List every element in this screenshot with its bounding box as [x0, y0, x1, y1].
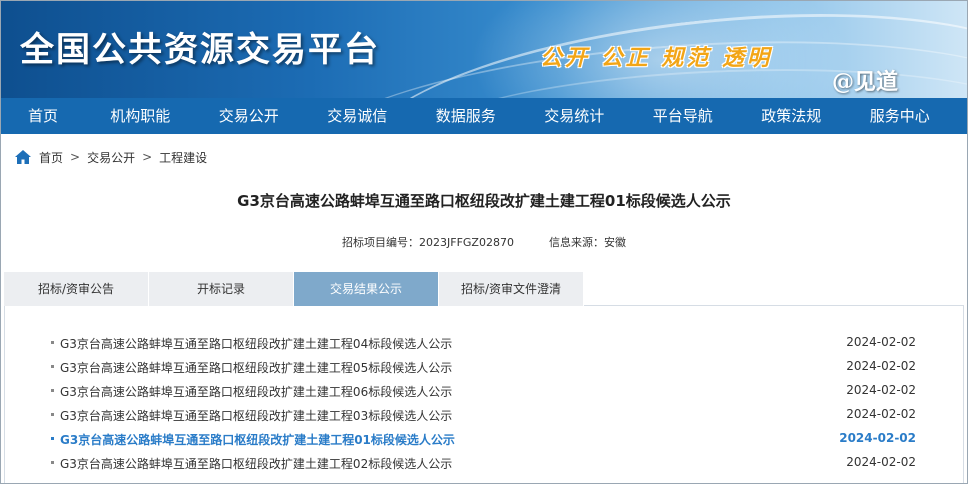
- nav-item-platform-nav[interactable]: 平台导航: [629, 98, 738, 134]
- bullet-icon: [51, 437, 54, 440]
- source-label: 信息来源：: [548, 236, 604, 249]
- list-item-title[interactable]: G3京台高速公路蚌埠互通至路口枢纽段改扩建土建工程03标段候选人公示: [60, 407, 452, 424]
- bullet-icon: [51, 389, 54, 392]
- bullet-icon: [51, 341, 54, 344]
- tab-bid-opening[interactable]: 开标记录: [149, 272, 294, 306]
- list-item-title[interactable]: G3京台高速公路蚌埠互通至路口枢纽段改扩建土建工程02标段候选人公示: [60, 455, 452, 472]
- site-slogan: 公开 公正 规范 透明: [540, 45, 772, 71]
- list-item-date: 2024-02-02: [846, 455, 916, 469]
- nav-item-service-center[interactable]: 服务中心: [846, 98, 955, 134]
- list-item[interactable]: G3京台高速公路蚌埠互通至路口枢纽段改扩建土建工程04标段候选人公示 2024-…: [51, 334, 921, 352]
- bullet-icon: [51, 365, 54, 368]
- nav-item-data-service[interactable]: 数据服务: [412, 98, 521, 134]
- list-item[interactable]: G3京台高速公路蚌埠互通至路口枢纽段改扩建土建工程05标段候选人公示 2024-…: [51, 358, 921, 376]
- nav-item-policy[interactable]: 政策法规: [737, 98, 846, 134]
- nav-item-functions[interactable]: 机构职能: [86, 98, 195, 134]
- breadcrumb-engineering[interactable]: 工程建设: [159, 149, 207, 166]
- list-item-date: 2024-02-02: [846, 383, 916, 397]
- site-banner: 全国公共资源交易平台 公开 公正 规范 透明 @见道: [0, 0, 968, 98]
- nav-item-integrity[interactable]: 交易诚信: [303, 98, 412, 134]
- page-title: G3京台高速公路蚌埠互通至路口枢纽段改扩建土建工程01标段候选人公示: [237, 192, 731, 210]
- main-nav: 首页 机构职能 交易公开 交易诚信 数据服务 交易统计 平台导航 政策法规 服务…: [0, 98, 968, 134]
- nav-item-transaction-public[interactable]: 交易公开: [195, 98, 304, 134]
- list-item-title[interactable]: G3京台高速公路蚌埠互通至路口枢纽段改扩建土建工程05标段候选人公示: [60, 359, 452, 376]
- list-item-date: 2024-02-02: [846, 359, 916, 373]
- tab-tender-notice[interactable]: 招标/资审公告: [4, 272, 149, 306]
- list-item-date: 2024-02-02: [846, 335, 916, 349]
- watermark: @见道: [832, 69, 899, 95]
- list-item-date: 2024-02-02: [846, 407, 916, 421]
- breadcrumb-separator: >: [142, 150, 153, 164]
- list-item[interactable]: G3京台高速公路蚌埠互通至路口枢纽段改扩建土建工程02标段候选人公示 2024-…: [51, 454, 921, 472]
- list-item-current[interactable]: G3京台高速公路蚌埠互通至路口枢纽段改扩建土建工程01标段候选人公示 2024-…: [51, 430, 921, 448]
- list-item-title[interactable]: G3京台高速公路蚌埠互通至路口枢纽段改扩建土建工程01标段候选人公示: [60, 431, 455, 448]
- article-meta: 招标项目编号：2023JFFGZ02870 信息来源：安徽: [0, 234, 968, 250]
- project-code: 2023JFFGZ02870: [419, 236, 514, 249]
- nav-item-statistics[interactable]: 交易统计: [520, 98, 629, 134]
- breadcrumb-separator: >: [70, 150, 81, 164]
- source-value: 安徽: [603, 236, 626, 249]
- list-item-title[interactable]: G3京台高速公路蚌埠互通至路口枢纽段改扩建土建工程04标段候选人公示: [60, 335, 452, 352]
- bullet-icon: [51, 413, 54, 416]
- project-code-label: 招标项目编号：: [342, 236, 420, 249]
- tab-clarification[interactable]: 招标/资审文件澄清: [439, 272, 584, 306]
- list-item[interactable]: G3京台高速公路蚌埠互通至路口枢纽段改扩建土建工程06标段候选人公示 2024-…: [51, 382, 921, 400]
- home-icon[interactable]: [14, 149, 32, 165]
- tab-bar: 招标/资审公告 开标记录 交易结果公示 招标/资审文件澄清: [4, 272, 964, 306]
- list-item[interactable]: G3京台高速公路蚌埠互通至路口枢纽段改扩建土建工程03标段候选人公示 2024-…: [51, 406, 921, 424]
- breadcrumb: 首页 > 交易公开 > 工程建设: [14, 148, 207, 166]
- breadcrumb-home[interactable]: 首页: [39, 149, 63, 166]
- list-item-title[interactable]: G3京台高速公路蚌埠互通至路口枢纽段改扩建土建工程06标段候选人公示: [60, 383, 452, 400]
- breadcrumb-transaction-public[interactable]: 交易公开: [87, 149, 135, 166]
- list-item-date: 2024-02-02: [839, 431, 916, 445]
- site-title[interactable]: 全国公共资源交易平台: [20, 22, 380, 71]
- tab-result-notice[interactable]: 交易结果公示: [294, 272, 439, 306]
- nav-item-home[interactable]: 首页: [0, 98, 86, 134]
- result-list-panel: G3京台高速公路蚌埠互通至路口枢纽段改扩建土建工程04标段候选人公示 2024-…: [4, 306, 964, 484]
- bullet-icon: [51, 461, 54, 464]
